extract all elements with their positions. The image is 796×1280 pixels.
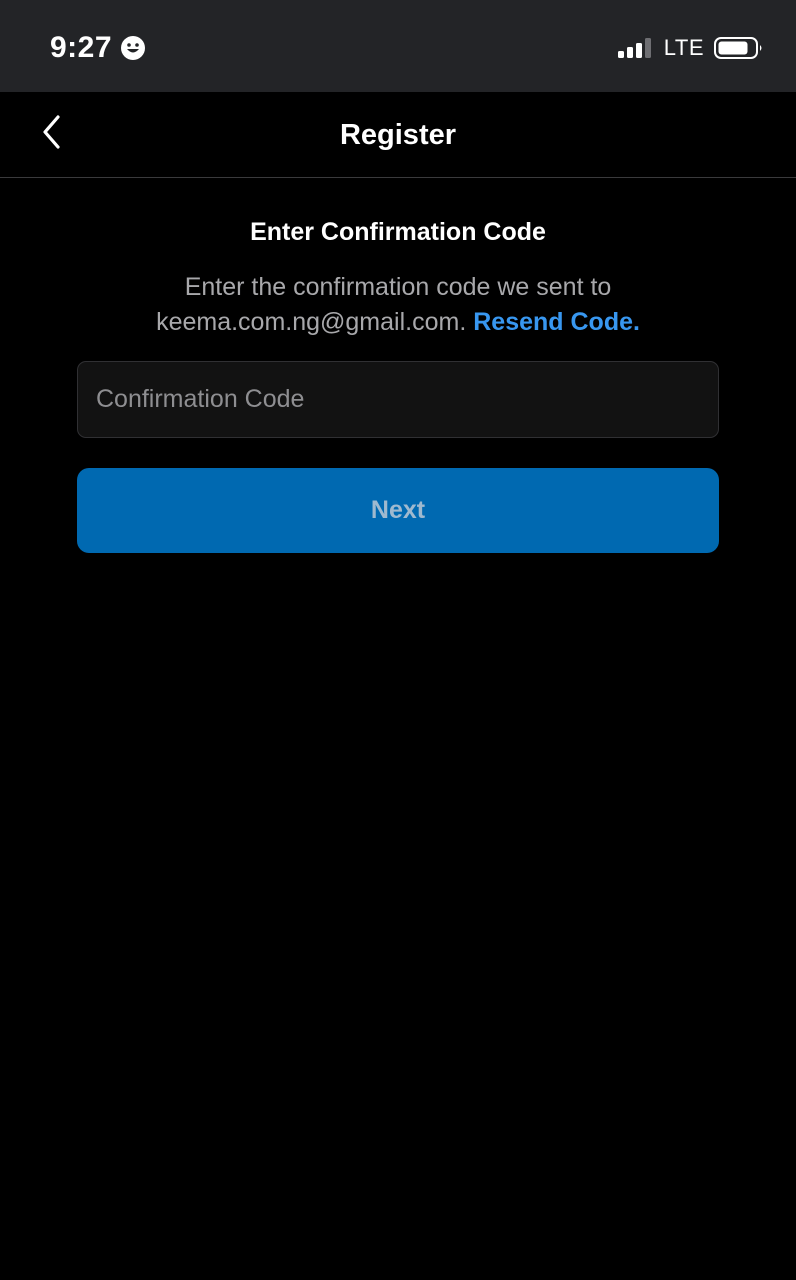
status-time: 9:27 (50, 31, 113, 64)
form-heading: Enter Confirmation Code (250, 218, 546, 246)
description-text: Enter the confirmation code we sent to (184, 273, 612, 301)
time-group: 9:27 (50, 30, 146, 66)
resend-code-link[interactable]: Resend Code. (473, 308, 640, 336)
battery-icon (714, 36, 764, 60)
confirmation-code-input[interactable] (77, 361, 719, 438)
chevron-left-icon (40, 114, 64, 155)
form-description: Enter the confirmation code we sent to k… (80, 270, 716, 340)
right-status-group: LTE (617, 32, 764, 64)
network-type-label: LTE (663, 35, 704, 60)
navigation-bar: Register (0, 92, 796, 178)
next-button[interactable]: Next (77, 468, 719, 553)
smiley-face-icon (120, 35, 146, 61)
status-bar: 9:27 LTE (0, 0, 796, 92)
back-button[interactable] (30, 112, 74, 156)
email-address: keema.com.ng@gmail.com. (156, 308, 467, 336)
signal-bars-icon (617, 38, 654, 58)
page-title: Register (339, 119, 457, 151)
